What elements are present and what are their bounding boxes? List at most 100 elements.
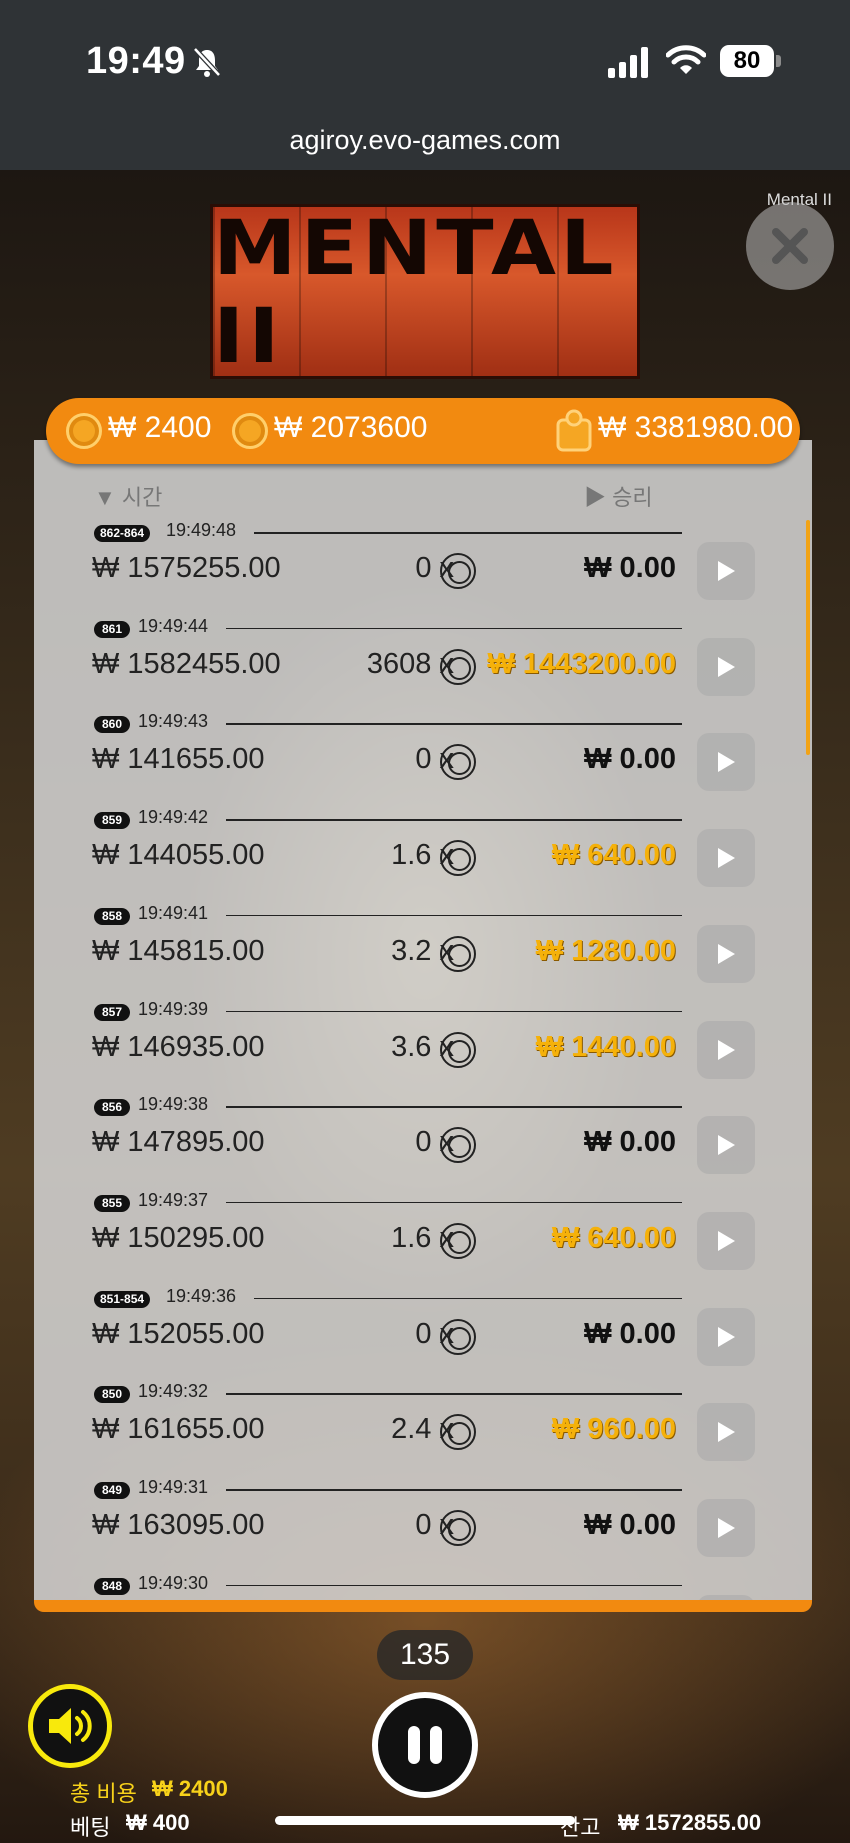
- replay-button[interactable]: [697, 1116, 755, 1175]
- round-time: 19:49:30: [138, 1572, 209, 1593]
- round-balance: ₩ 150295.00: [92, 1221, 265, 1254]
- speaker-icon: [49, 1708, 92, 1744]
- round-id-badge: 855: [94, 1194, 130, 1212]
- pause-icon: [408, 1726, 442, 1764]
- play-icon: [718, 1135, 735, 1156]
- replay-button[interactable]: [697, 829, 755, 888]
- panel-footer-bar: [34, 1600, 812, 1612]
- coin-icon: [440, 1414, 476, 1451]
- history-row: 857 19:49:39 ₩ 146935.00 3.6 x ₩ 1440.00: [34, 989, 812, 1085]
- round-id-badge: 861: [94, 620, 130, 638]
- coin-icon: [440, 553, 476, 589]
- round-win: ₩ 0.00: [584, 552, 676, 584]
- round-id-badge: 848: [94, 1577, 130, 1595]
- round-time: 19:49:41: [138, 902, 209, 923]
- history-row: 861 19:49:44 ₩ 1582455.00 3608 x ₩ 1443200.0…: [34, 606, 812, 702]
- home-indicator[interactable]: [275, 1816, 575, 1825]
- history-scrollbar[interactable]: [806, 520, 810, 755]
- row-divider: [254, 532, 682, 534]
- row-divider: [254, 1297, 682, 1300]
- game-header-bar: ₩ 2400 ₩ 2073600 ₩ 3381980.00: [46, 398, 800, 464]
- header-bet-amount: ₩ 2400: [108, 411, 212, 444]
- play-icon: [718, 656, 735, 677]
- round-id-badge: 850: [94, 1386, 130, 1404]
- battery-nub: [776, 55, 781, 67]
- round-time: 19:49:38: [138, 1094, 209, 1115]
- round-balance: ₩ 161655.00: [92, 1413, 265, 1446]
- coin-icon: [440, 1318, 476, 1355]
- round-balance: ₩ 146935.00: [92, 1030, 265, 1063]
- play-icon: [718, 848, 735, 869]
- round-id-badge: 857: [94, 1003, 130, 1021]
- history-row: 856 19:49:38 ₩ 147895.00 0 x ₩ 0.00: [34, 1084, 812, 1180]
- replay-button[interactable]: [697, 542, 755, 600]
- coin-icon: [440, 935, 476, 972]
- round-time: 19:49:39: [138, 998, 209, 1019]
- total-cost-label: 총 비용: [70, 1781, 137, 1806]
- row-divider: [226, 1010, 682, 1012]
- round-win: ₩ 960.00: [551, 1413, 676, 1446]
- coin-icon: [440, 648, 476, 685]
- round-time: 19:49:43: [138, 711, 209, 732]
- round-time: 19:49:32: [138, 1381, 209, 1402]
- close-button[interactable]: [746, 202, 834, 290]
- replay-button[interactable]: [697, 637, 755, 696]
- replay-button[interactable]: [697, 733, 755, 792]
- history-row: 859 19:49:42 ₩ 144055.00 1.6 x ₩ 640.00: [34, 797, 812, 893]
- row-divider: [226, 914, 682, 917]
- round-win: ₩ 0.00: [584, 1317, 676, 1350]
- round-id-badge: 862-864: [94, 525, 151, 542]
- triangle-down-icon: ▼: [94, 485, 122, 510]
- coin-icon: [66, 413, 102, 449]
- round-win: ₩ 640.00: [551, 839, 676, 872]
- round-win: ₩ 0.00: [584, 1509, 676, 1541]
- sound-toggle-button[interactable]: [28, 1684, 112, 1768]
- cellular-signal-icon: [608, 47, 648, 78]
- play-icon: [718, 1518, 735, 1538]
- play-icon: [718, 1230, 735, 1251]
- replay-button[interactable]: [697, 1211, 755, 1270]
- round-balance: ₩ 1575255.00: [92, 552, 281, 584]
- replay-button[interactable]: [697, 1499, 755, 1557]
- round-time: 19:49:48: [166, 520, 237, 540]
- round-balance: ₩ 145815.00: [92, 934, 265, 967]
- coin-icon: [440, 1127, 476, 1164]
- bell-mute-icon: [193, 47, 221, 77]
- pause-button[interactable]: [372, 1692, 478, 1798]
- play-icon: [718, 561, 735, 581]
- round-win: ₩ 0.00: [584, 1126, 676, 1159]
- replay-button[interactable]: [697, 1307, 755, 1366]
- replay-button[interactable]: [697, 924, 755, 983]
- play-icon: [718, 1039, 735, 1060]
- battery-indicator: 80: [720, 45, 774, 77]
- header-balance: ₩ 3381980.00: [598, 411, 794, 444]
- round-balance: ₩ 147895.00: [92, 1126, 265, 1159]
- replay-button[interactable]: [697, 1403, 755, 1462]
- coin-icon: [440, 840, 476, 877]
- play-icon: [718, 752, 735, 773]
- game-logo: MENTAL II: [210, 203, 640, 380]
- total-cost-value: ₩ 2400: [152, 1776, 228, 1801]
- history-row: 850 19:49:32 ₩ 161655.00 2.4 x ₩ 960.00: [34, 1371, 812, 1467]
- round-id-badge: 856: [94, 1099, 130, 1117]
- play-icon: [718, 943, 735, 964]
- balance-value: ₩ 1572855.00: [618, 1810, 762, 1835]
- round-id-badge: 849: [94, 1482, 130, 1499]
- column-header-win[interactable]: ▶ 승리: [584, 480, 653, 512]
- round-id-badge: 851-854: [94, 1290, 151, 1308]
- round-win: ₩ 1443200.00: [487, 647, 676, 680]
- column-header-time[interactable]: ▼ 시간: [94, 480, 162, 512]
- balance-label: 잔고: [560, 1815, 601, 1840]
- round-balance: ₩ 152055.00: [92, 1317, 265, 1350]
- history-panel[interactable]: ▼ 시간 ▶ 승리 862-864 19:49:48 ₩ 1575255.00 0 x…: [34, 440, 812, 1610]
- round-id-badge: 860: [94, 716, 130, 734]
- bet-value: ₩ 400: [126, 1810, 190, 1835]
- bet-label: 베팅: [70, 1815, 111, 1840]
- replay-button[interactable]: [697, 1020, 755, 1079]
- wifi-icon: [666, 45, 706, 74]
- address-bar-url[interactable]: agiroy.evo-games.com: [0, 125, 850, 156]
- autoplay-round-count: 135: [377, 1630, 473, 1680]
- round-win: ₩ 1440.00: [535, 1030, 676, 1063]
- round-time: 19:49:31: [138, 1477, 209, 1497]
- round-id-badge: 859: [94, 812, 130, 830]
